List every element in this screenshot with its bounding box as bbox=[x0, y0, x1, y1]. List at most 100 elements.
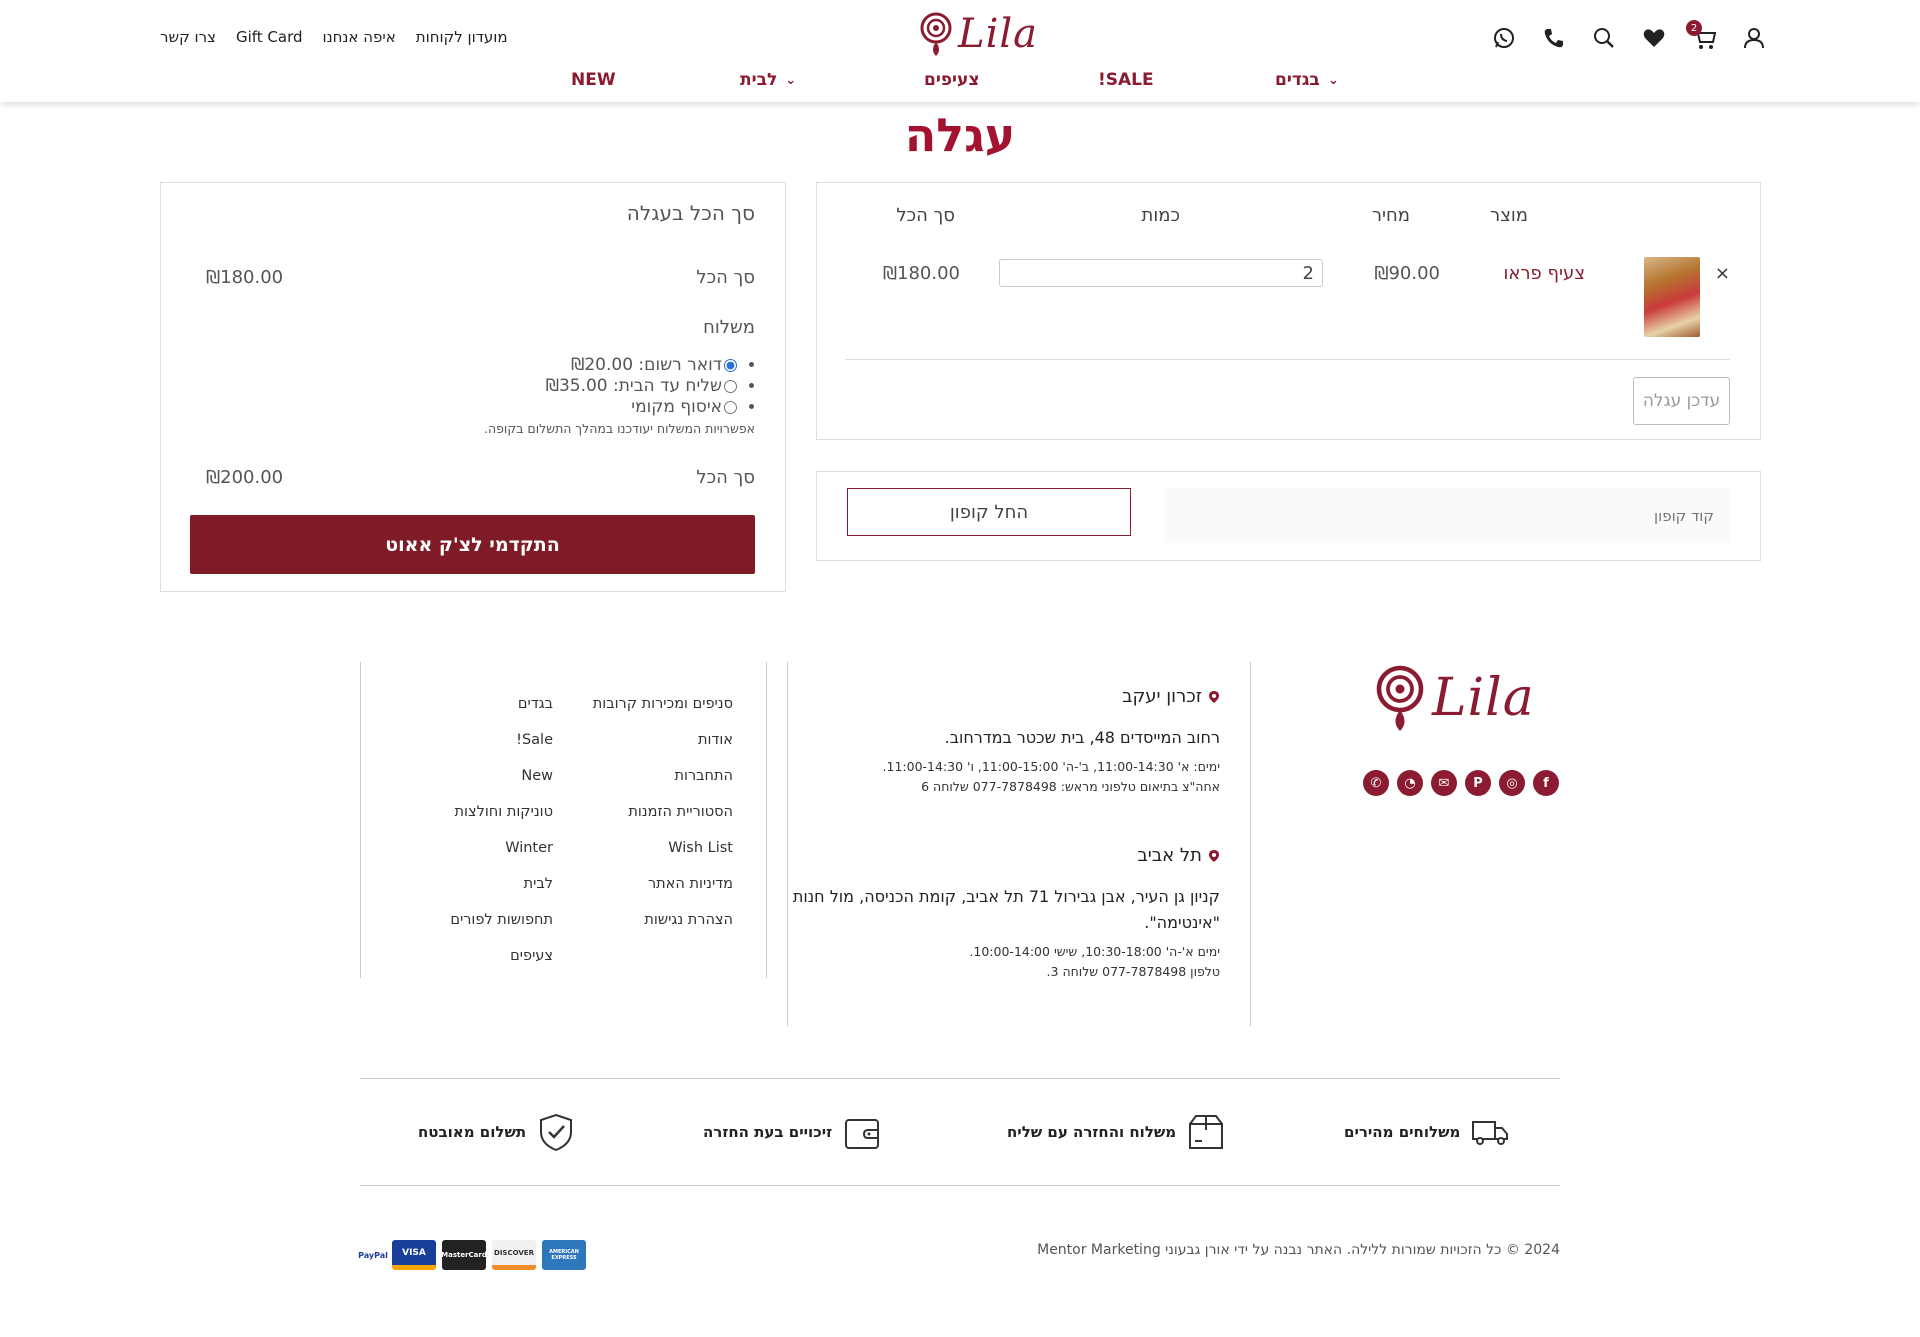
footer-link[interactable]: תחפושות לפורים bbox=[450, 902, 553, 938]
shipping-note: אפשרויות המשלוח יעודכנו במהלך התשלום בקו… bbox=[483, 421, 755, 436]
nav-item-new[interactable]: NEW bbox=[571, 70, 616, 90]
top-link-where[interactable]: איפה אנחנו bbox=[323, 28, 396, 46]
phone-icon[interactable]: ✆ bbox=[1363, 770, 1389, 796]
feature-label: משלוח והחזרה עם שליח bbox=[1007, 1123, 1177, 1141]
shipping-radio-pickup[interactable] bbox=[724, 400, 737, 414]
top-link-gift-card[interactable]: Gift Card bbox=[236, 28, 303, 46]
nav-item-label: SALE! bbox=[1098, 70, 1154, 90]
footer-link[interactable]: התחברות bbox=[593, 758, 733, 794]
page-title: עגלה bbox=[904, 108, 1016, 162]
totals-title: סך הכל בעגלה bbox=[626, 201, 755, 225]
apply-coupon-button[interactable]: החל קופון bbox=[847, 488, 1131, 536]
heart-icon[interactable] bbox=[1640, 24, 1668, 52]
payment-label: VISA bbox=[402, 1247, 426, 1258]
line-subtotal: ₪180.00 bbox=[882, 263, 960, 284]
divider bbox=[1250, 662, 1251, 1026]
top-link-contact[interactable]: צרו קשר bbox=[160, 28, 216, 46]
product-price: ₪90.00 bbox=[1374, 263, 1440, 284]
email-icon[interactable]: ✉ bbox=[1431, 770, 1457, 796]
paypal-icon: PayPal bbox=[358, 1240, 388, 1270]
rose-logo-icon bbox=[1376, 665, 1424, 731]
payment-label: AMERICAN EXPRESS bbox=[549, 1249, 579, 1261]
header-icons: 2 bbox=[1490, 20, 1768, 52]
branch-name-text: תל אביב bbox=[1137, 845, 1202, 866]
site-logo[interactable]: Lila bbox=[916, 10, 1038, 58]
remove-item-button[interactable]: × bbox=[1715, 263, 1730, 284]
shipping-option[interactable]: שליח עד הבית: ₪35.00 bbox=[546, 376, 737, 397]
shipping-radio-registered-mail[interactable] bbox=[724, 358, 737, 372]
cart-icon[interactable]: 2 bbox=[1686, 20, 1718, 52]
coupon-code-input[interactable] bbox=[1164, 488, 1730, 543]
footer-link[interactable]: Wish List bbox=[593, 830, 733, 866]
location-pin-icon bbox=[1209, 849, 1219, 862]
whatsapp-icon[interactable]: ◔ bbox=[1397, 770, 1423, 796]
feature-label: משלוחים מהירים bbox=[1344, 1123, 1461, 1141]
whatsapp-icon[interactable] bbox=[1490, 24, 1518, 52]
footer-link[interactable]: לבית bbox=[450, 866, 553, 902]
footer-link[interactable]: Winter bbox=[450, 830, 553, 866]
nav-item-label: NEW bbox=[571, 70, 616, 90]
divider bbox=[787, 662, 788, 1026]
shipping-option-price: ₪35.00 bbox=[545, 376, 608, 396]
branch-phone: אחה"צ בתיאום טלפוני מראש: 077-7878498 של… bbox=[921, 779, 1220, 794]
footer-link[interactable]: הצהרת נגישות bbox=[593, 902, 733, 938]
footer-link[interactable]: New bbox=[450, 758, 553, 794]
footer-link[interactable]: Sale! bbox=[450, 722, 553, 758]
quantity-input[interactable] bbox=[999, 259, 1323, 287]
top-link-club[interactable]: מועדון לקוחות bbox=[416, 28, 508, 46]
product-name-link[interactable]: צעיף פראו bbox=[1503, 263, 1585, 284]
footer-link[interactable]: מדיניות האתר bbox=[593, 866, 733, 902]
nav-item-scarves[interactable]: צעיפים bbox=[924, 70, 979, 90]
footer-link[interactable]: בגדים bbox=[450, 686, 553, 722]
payment-methods: PayPal VISA MasterCard DISCOVER AMERICAN… bbox=[358, 1240, 586, 1270]
feature-secure-payment: תשלום מאובטח bbox=[418, 1112, 576, 1152]
shipping-option-label: שליח עד הבית: bbox=[607, 376, 722, 396]
coupon-section: החל קופון bbox=[816, 471, 1761, 561]
top-links: צרו קשר Gift Card איפה אנחנו מועדון לקוח… bbox=[160, 28, 508, 46]
shipping-radio-courier[interactable] bbox=[724, 379, 737, 393]
divider bbox=[766, 662, 767, 978]
footer-link[interactable]: טוניקות וחולצות bbox=[450, 794, 553, 830]
cart-totals: סך הכל בעגלה סך הכל ₪180.00 משלוח דואר ר… bbox=[160, 182, 786, 592]
pinterest-icon[interactable]: P bbox=[1465, 770, 1491, 796]
divider bbox=[360, 1185, 1560, 1186]
shipping-options: דואר רשום: ₪20.00 שליח עד הבית: ₪35.00 א… bbox=[546, 355, 755, 418]
shipping-option[interactable]: איסוף מקומי bbox=[546, 397, 737, 418]
discover-icon: DISCOVER bbox=[492, 1240, 536, 1270]
total-value: ₪200.00 bbox=[206, 467, 284, 488]
shipping-option[interactable]: דואר רשום: ₪20.00 bbox=[546, 355, 737, 376]
facebook-icon[interactable]: f bbox=[1533, 770, 1559, 796]
footer-links-info: סניפים ומכירות קרובות אודות התחברות הסטו… bbox=[593, 686, 733, 938]
branch-address: רחוב המייסדים 48, בית שכטר במדרחוב. bbox=[944, 728, 1220, 747]
footer-logo[interactable]: Lila bbox=[1370, 660, 1535, 736]
mastercard-icon: MasterCard bbox=[441, 1240, 487, 1270]
footer-link[interactable]: הסטוריית הזמנות bbox=[593, 794, 733, 830]
search-icon[interactable] bbox=[1590, 24, 1618, 52]
product-thumbnail[interactable] bbox=[1644, 257, 1700, 337]
copyright-text: 2024 © כל הזכויות שמורות ללילה. האתר נבנ… bbox=[1037, 1242, 1560, 1258]
logo-text: Lila bbox=[1432, 668, 1535, 728]
checkout-button[interactable]: התקדמי לצ'ק אאוט bbox=[190, 515, 755, 574]
branch-zichron: זכרון יעקב רחוב המייסדים 48, בית שכטר במ… bbox=[790, 686, 1220, 797]
nav-item-label: צעיפים bbox=[924, 70, 980, 90]
shipping-option-label: דואר רשום: bbox=[633, 355, 722, 375]
feature-label: תשלום מאובטח bbox=[418, 1123, 527, 1141]
chevron-down-icon: ⌄ bbox=[785, 72, 797, 88]
nav-item-sale[interactable]: SALE! bbox=[1098, 70, 1154, 90]
nav-item-home[interactable]: ⌄ לבית bbox=[740, 70, 796, 90]
phone-icon[interactable] bbox=[1540, 24, 1568, 52]
footer-link[interactable]: אודות bbox=[593, 722, 733, 758]
nav-item-label: לבית bbox=[740, 70, 778, 90]
footer-links-shop: בגדים Sale! New טוניקות וחולצות Winter ל… bbox=[450, 686, 553, 974]
box-icon bbox=[1189, 1115, 1224, 1149]
col-header-quantity: כמות bbox=[1141, 205, 1180, 226]
payment-label: MasterCard bbox=[441, 1251, 487, 1259]
user-icon[interactable] bbox=[1740, 24, 1768, 52]
wallet-icon bbox=[845, 1119, 880, 1149]
footer-link[interactable]: צעיפים bbox=[450, 938, 553, 974]
footer-link[interactable]: סניפים ומכירות קרובות bbox=[593, 686, 733, 722]
truck-icon bbox=[1472, 1121, 1509, 1145]
nav-item-clothes[interactable]: ⌄ בגדים bbox=[1275, 70, 1339, 90]
update-cart-button[interactable]: עדכן עגלה bbox=[1633, 377, 1730, 425]
instagram-icon[interactable]: ◎ bbox=[1499, 770, 1525, 796]
